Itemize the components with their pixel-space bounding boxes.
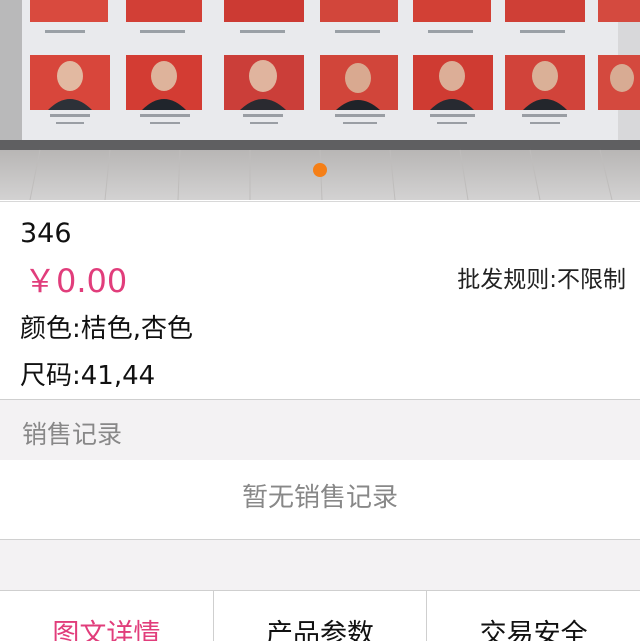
tab-label: 图文详情 [52,619,161,641]
wholesale-rule: 批发规则:不限制 [457,267,626,293]
product-colors: 颜色:桔色,杏色 [20,314,194,344]
sales-record-empty-text: 暂无销售记录 [241,483,398,513]
tab-product-params[interactable]: 产品参数 [214,591,428,641]
product-image-carousel[interactable] [0,0,640,200]
product-sizes: 尺码:41,44 [20,361,156,391]
tab-label: 产品参数 [266,619,374,641]
tab-label: 交易安全 [479,619,588,641]
carousel-indicator-dot[interactable] [313,163,327,177]
sales-record-title: 销售记录 [22,420,123,449]
section-divider [0,540,640,590]
product-name: 346 [20,218,72,249]
product-price: ￥0.00 [24,262,128,300]
tab-transaction-security[interactable]: 交易安全 [427,591,640,641]
tab-image-text-details[interactable]: 图文详情 [0,591,214,641]
detail-tab-bar: 图文详情 产品参数 交易安全 [0,590,640,641]
